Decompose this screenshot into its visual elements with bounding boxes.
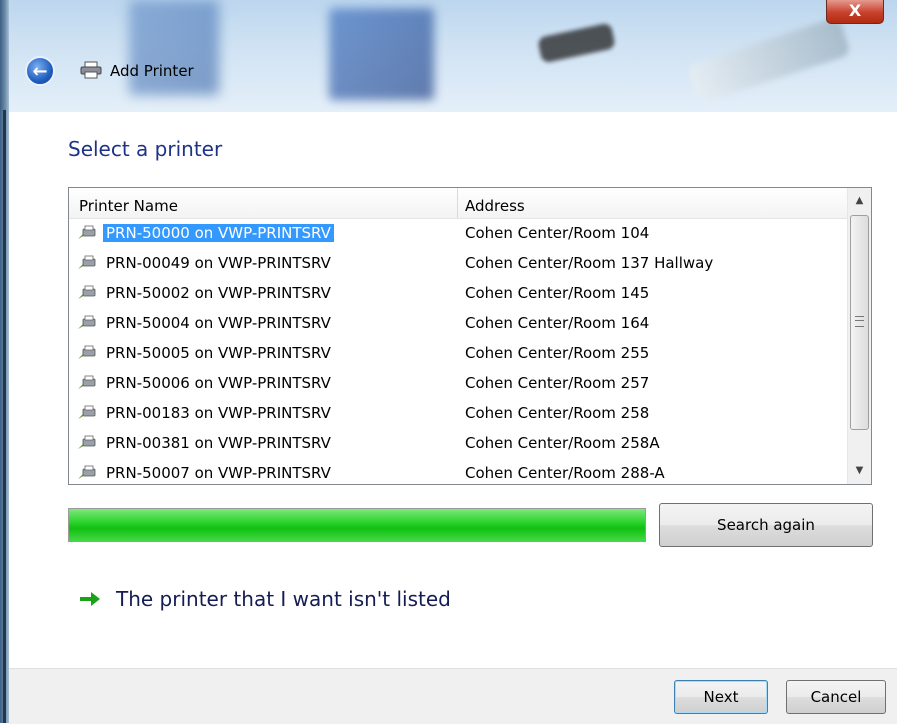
printer-address: Cohen Center/Room 137 Hallway — [465, 254, 714, 272]
decor-device — [537, 22, 616, 64]
title-bar — [9, 0, 897, 112]
printer-not-listed-text[interactable]: The printer that I want isn't listed — [116, 587, 451, 611]
network-printer-icon — [78, 255, 96, 269]
progress-fill — [69, 509, 645, 541]
back-arrow-icon: ← — [32, 60, 48, 82]
printer-name: PRN-50004 on VWP-PRINTSRV — [106, 314, 331, 332]
search-progress-bar — [68, 508, 646, 542]
printer-name: PRN-00049 on VWP-PRINTSRV — [106, 254, 331, 272]
printer-address: Cohen Center/Room 164 — [465, 314, 650, 332]
column-separator[interactable] — [457, 188, 458, 218]
printer-name: PRN-50000 on VWP-PRINTSRV — [103, 224, 334, 242]
printer-address: Cohen Center/Room 104 — [465, 224, 650, 242]
printer-address: Cohen Center/Room 258A — [465, 434, 660, 452]
green-arrow-icon — [80, 592, 100, 606]
back-button[interactable]: ← — [25, 56, 55, 86]
column-header-address[interactable]: Address — [465, 197, 525, 215]
table-row[interactable]: PRN-00381 on VWP-PRINTSRV Cohen Center/Ro… — [69, 428, 847, 458]
printer-name: PRN-00183 on VWP-PRINTSRV — [106, 404, 331, 422]
table-row[interactable]: PRN-50005 on VWP-PRINTSRV Cohen Center/Ro… — [69, 338, 847, 368]
window-left-edge — [0, 0, 9, 723]
printer-name: PRN-50002 on VWP-PRINTSRV — [106, 284, 331, 302]
network-printer-icon — [78, 375, 96, 389]
network-printer-icon — [78, 225, 96, 239]
printer-name: PRN-00381 on VWP-PRINTSRV — [106, 434, 331, 452]
table-row[interactable]: PRN-50000 on VWP-PRINTSRV Cohen Center/Ro… — [69, 218, 847, 248]
table-row[interactable]: PRN-50002 on VWP-PRINTSRV Cohen Center/Ro… — [69, 278, 847, 308]
next-button[interactable]: Next — [674, 680, 768, 714]
scroll-down-arrow-icon[interactable]: ▼ — [848, 458, 871, 484]
decor-monitor-1 — [129, 0, 219, 95]
printer-address: Cohen Center/Room 258 — [465, 404, 650, 422]
table-row[interactable]: PRN-50006 on VWP-PRINTSRV Cohen Center/Ro… — [69, 368, 847, 398]
decor-monitor-2 — [329, 8, 434, 100]
printer-name: PRN-50006 on VWP-PRINTSRV — [106, 374, 331, 392]
close-button[interactable]: X — [826, 0, 884, 24]
decor-usb-drive — [686, 16, 852, 104]
printer-address: Cohen Center/Room 257 — [465, 374, 650, 392]
table-row[interactable]: PRN-50004 on VWP-PRINTSRV Cohen Center/Ro… — [69, 308, 847, 338]
network-printer-icon — [78, 285, 96, 299]
printer-address: Cohen Center/Room 288-A — [465, 464, 665, 482]
printer-name: PRN-50005 on VWP-PRINTSRV — [106, 344, 331, 362]
column-header-printer-name[interactable]: Printer Name — [79, 197, 178, 215]
printer-not-listed-link[interactable]: The printer that I want isn't listed — [78, 584, 451, 614]
list-rows: PRN-50000 on VWP-PRINTSRV Cohen Center/Ro… — [69, 218, 847, 484]
network-printer-icon — [78, 315, 96, 329]
table-row[interactable]: PRN-50007 on VWP-PRINTSRV Cohen Center/Ro… — [69, 458, 847, 484]
cancel-button[interactable]: Cancel — [786, 680, 886, 714]
page-heading: Select a printer — [68, 137, 223, 161]
printer-list[interactable]: Printer Name Address PRN-50000 on VWP-PR… — [68, 187, 872, 485]
network-printer-icon — [78, 465, 96, 479]
scrollbar-thumb[interactable] — [850, 215, 869, 430]
table-row[interactable]: PRN-00049 on VWP-PRINTSRV Cohen Center/Ro… — [69, 248, 847, 278]
network-printer-icon — [78, 435, 96, 449]
search-again-button[interactable]: Search again — [659, 503, 873, 547]
list-header: Printer Name Address — [69, 188, 847, 219]
scroll-up-arrow-icon[interactable]: ▲ — [848, 188, 871, 214]
printer-address: Cohen Center/Room 145 — [465, 284, 650, 302]
window-title: Add Printer — [110, 62, 194, 80]
printer-address: Cohen Center/Room 255 — [465, 344, 650, 362]
printer-name: PRN-50007 on VWP-PRINTSRV — [106, 464, 331, 482]
table-row[interactable]: PRN-00183 on VWP-PRINTSRV Cohen Center/Ro… — [69, 398, 847, 428]
network-printer-icon — [78, 345, 96, 359]
vertical-scrollbar[interactable]: ▲ ▼ — [847, 188, 871, 484]
printer-icon — [80, 61, 102, 79]
network-printer-icon — [78, 405, 96, 419]
